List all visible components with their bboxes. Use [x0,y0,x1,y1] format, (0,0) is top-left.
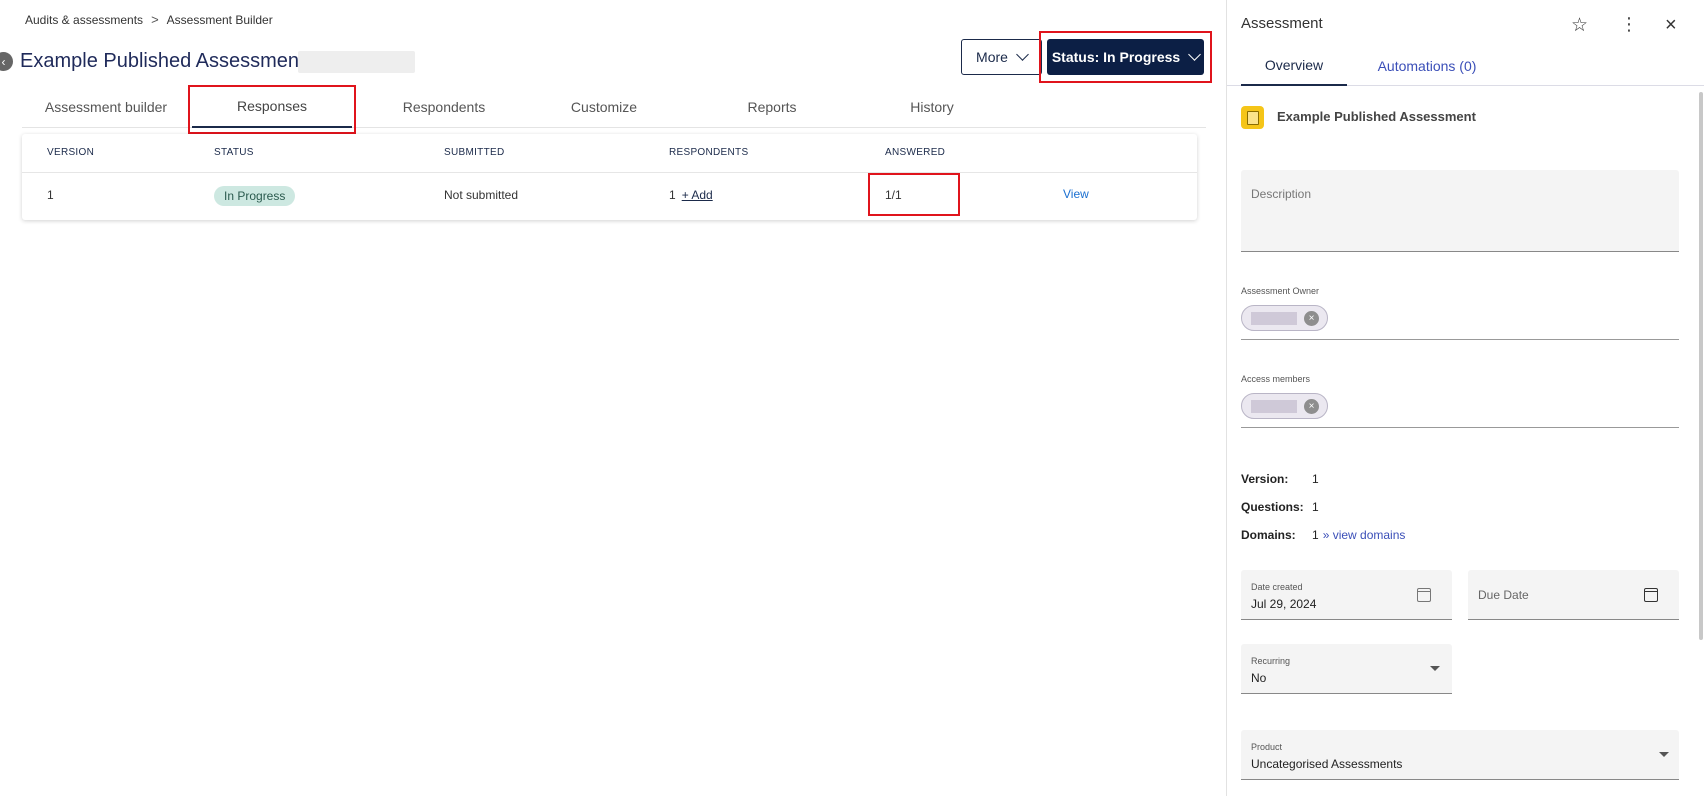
main-area: Audits & assessments > Assessment Builde… [0,0,1224,796]
recurring-select[interactable]: Recurring No [1241,644,1452,694]
status-button[interactable]: Status: In Progress [1047,39,1204,75]
date-created-value: Jul 29, 2024 [1251,597,1317,611]
respondents-count: 1 [669,188,676,202]
dropdown-arrow-icon [1659,752,1669,757]
more-vert-icon[interactable]: ⋮ [1620,15,1638,33]
access-member-chip[interactable]: × [1241,393,1328,419]
chevron-down-icon [1188,48,1202,61]
status-button-label: Status: In Progress [1051,49,1181,65]
access-member-chip-name-redacted [1251,400,1297,413]
more-button-label: More [976,49,1008,65]
product-value: Uncategorised Assessments [1251,757,1403,771]
calendar-icon[interactable] [1644,588,1658,602]
domains-label: Domains: [1241,528,1296,542]
responses-table: VERSION STATUS SUBMITTED RESPONDENTS ANS… [22,134,1197,220]
panel-tab-overview[interactable]: Overview [1241,46,1347,86]
assessment-icon [1241,106,1264,129]
questions-value: 1 [1312,500,1319,514]
tab-customize[interactable]: Customize [524,86,684,128]
date-created-label: Date created [1251,582,1303,592]
tab-bar: Assessment builder Responses Respondents… [22,86,1206,128]
column-header-respondents: RESPONDENTS [669,147,749,158]
column-header-version: VERSION [47,147,95,158]
panel-tab-bar: Overview Automations (0) [1227,46,1704,86]
panel-tab-automations[interactable]: Automations (0) [1357,46,1497,86]
tab-responses[interactable]: Responses [192,86,352,128]
title-placeholder [298,51,415,73]
recurring-value: No [1251,671,1267,685]
recurring-label: Recurring [1251,656,1291,666]
more-button[interactable]: More [961,39,1042,75]
column-header-answered: ANSWERED [885,147,946,158]
owner-chip[interactable]: × [1241,305,1328,331]
remove-access-member-icon[interactable]: × [1304,399,1319,414]
breadcrumb: Audits & assessments > Assessment Builde… [25,12,273,27]
owner-chip-name-redacted [1251,312,1297,325]
questions-row: Questions: 1 [1241,500,1319,514]
column-header-status: STATUS [214,147,254,158]
date-created-field[interactable]: Date created Jul 29, 2024 [1241,570,1452,620]
due-date-label: Due Date [1478,588,1529,602]
cell-respondents: 1 + Add [669,188,713,202]
row-divider [22,172,1197,173]
panel-title: Assessment [1241,15,1323,32]
chevron-left-icon: ‹ [1,54,6,69]
panel-scrollbar[interactable] [1699,92,1703,640]
version-row: Version: 1 [1241,472,1319,486]
remove-owner-icon[interactable]: × [1304,311,1319,326]
tab-reports[interactable]: Reports [692,86,852,128]
cell-version: 1 [47,188,54,202]
version-value: 1 [1312,472,1319,486]
page-title: Example Published Assessment [20,50,305,72]
breadcrumb-separator: > [151,12,159,27]
breadcrumb-item-assessment-builder[interactable]: Assessment Builder [167,13,273,27]
tab-assessment-builder[interactable]: Assessment builder [22,86,190,128]
close-icon[interactable]: × [1665,14,1677,37]
breadcrumb-item-audits[interactable]: Audits & assessments [25,13,143,27]
assessment-side-panel: Assessment ☆ ⋮ × Overview Automations (0… [1226,0,1704,796]
domains-row: Domains: 1 » view domains [1241,528,1405,542]
description-field[interactable]: Description [1241,170,1679,252]
domains-value-group: 1 » view domains [1312,528,1405,542]
tab-respondents[interactable]: Respondents [364,86,524,128]
view-link[interactable]: View [1063,187,1089,201]
due-date-field[interactable]: Due Date [1468,570,1679,620]
calendar-icon[interactable] [1417,588,1431,602]
add-respondent-link[interactable]: + Add [682,188,713,202]
owner-field-underline [1241,339,1679,340]
column-header-submitted: SUBMITTED [444,147,505,158]
star-icon[interactable]: ☆ [1571,14,1588,37]
assessment-name: Example Published Assessment [1277,109,1476,124]
cell-submitted: Not submitted [444,188,519,202]
back-button[interactable]: ‹ [0,52,13,71]
product-select[interactable]: Product Uncategorised Assessments [1241,730,1679,780]
version-label: Version: [1241,472,1289,486]
access-field-underline [1241,427,1679,428]
chevron-down-icon [1016,48,1029,61]
tab-history[interactable]: History [852,86,1012,128]
status-badge: In Progress [214,186,296,206]
cell-answered: 1/1 [885,188,902,202]
view-domains-link[interactable]: » view domains [1323,528,1406,542]
access-members-label: Access members [1241,374,1311,384]
dropdown-arrow-icon [1430,666,1440,671]
questions-label: Questions: [1241,500,1304,514]
description-label: Description [1251,187,1312,201]
domains-value: 1 [1312,528,1319,542]
assessment-owner-label: Assessment Owner [1241,286,1320,296]
product-label: Product [1251,742,1283,752]
